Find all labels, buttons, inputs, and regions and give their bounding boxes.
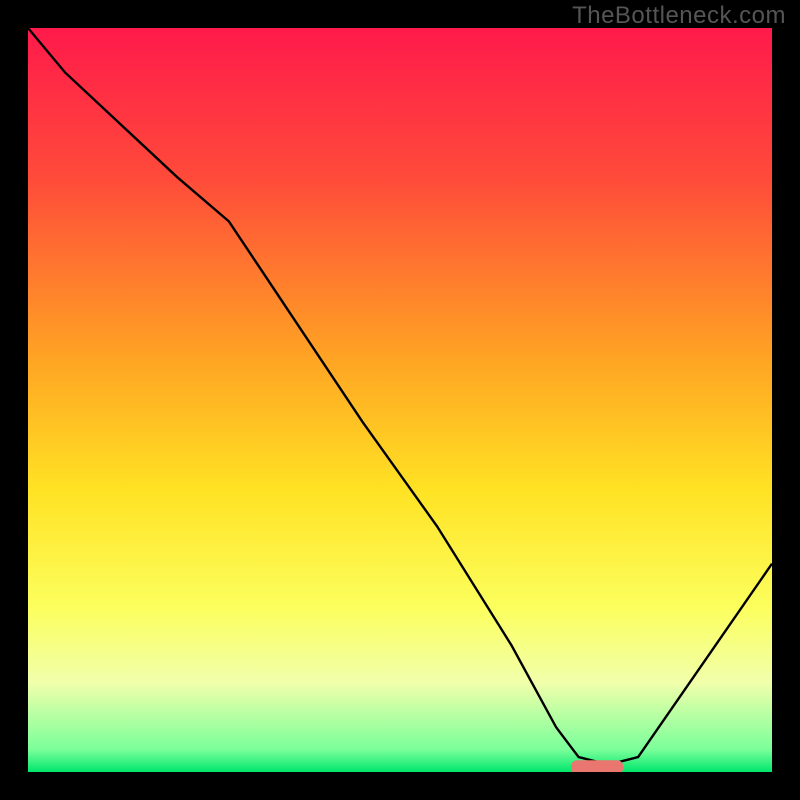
optimal-range-marker [571,760,623,772]
watermark-label: TheBottleneck.com [572,2,786,30]
gradient-background [28,28,772,772]
chart-frame: TheBottleneck.com [0,0,800,800]
plot-area [28,28,772,772]
chart-svg [28,28,772,772]
